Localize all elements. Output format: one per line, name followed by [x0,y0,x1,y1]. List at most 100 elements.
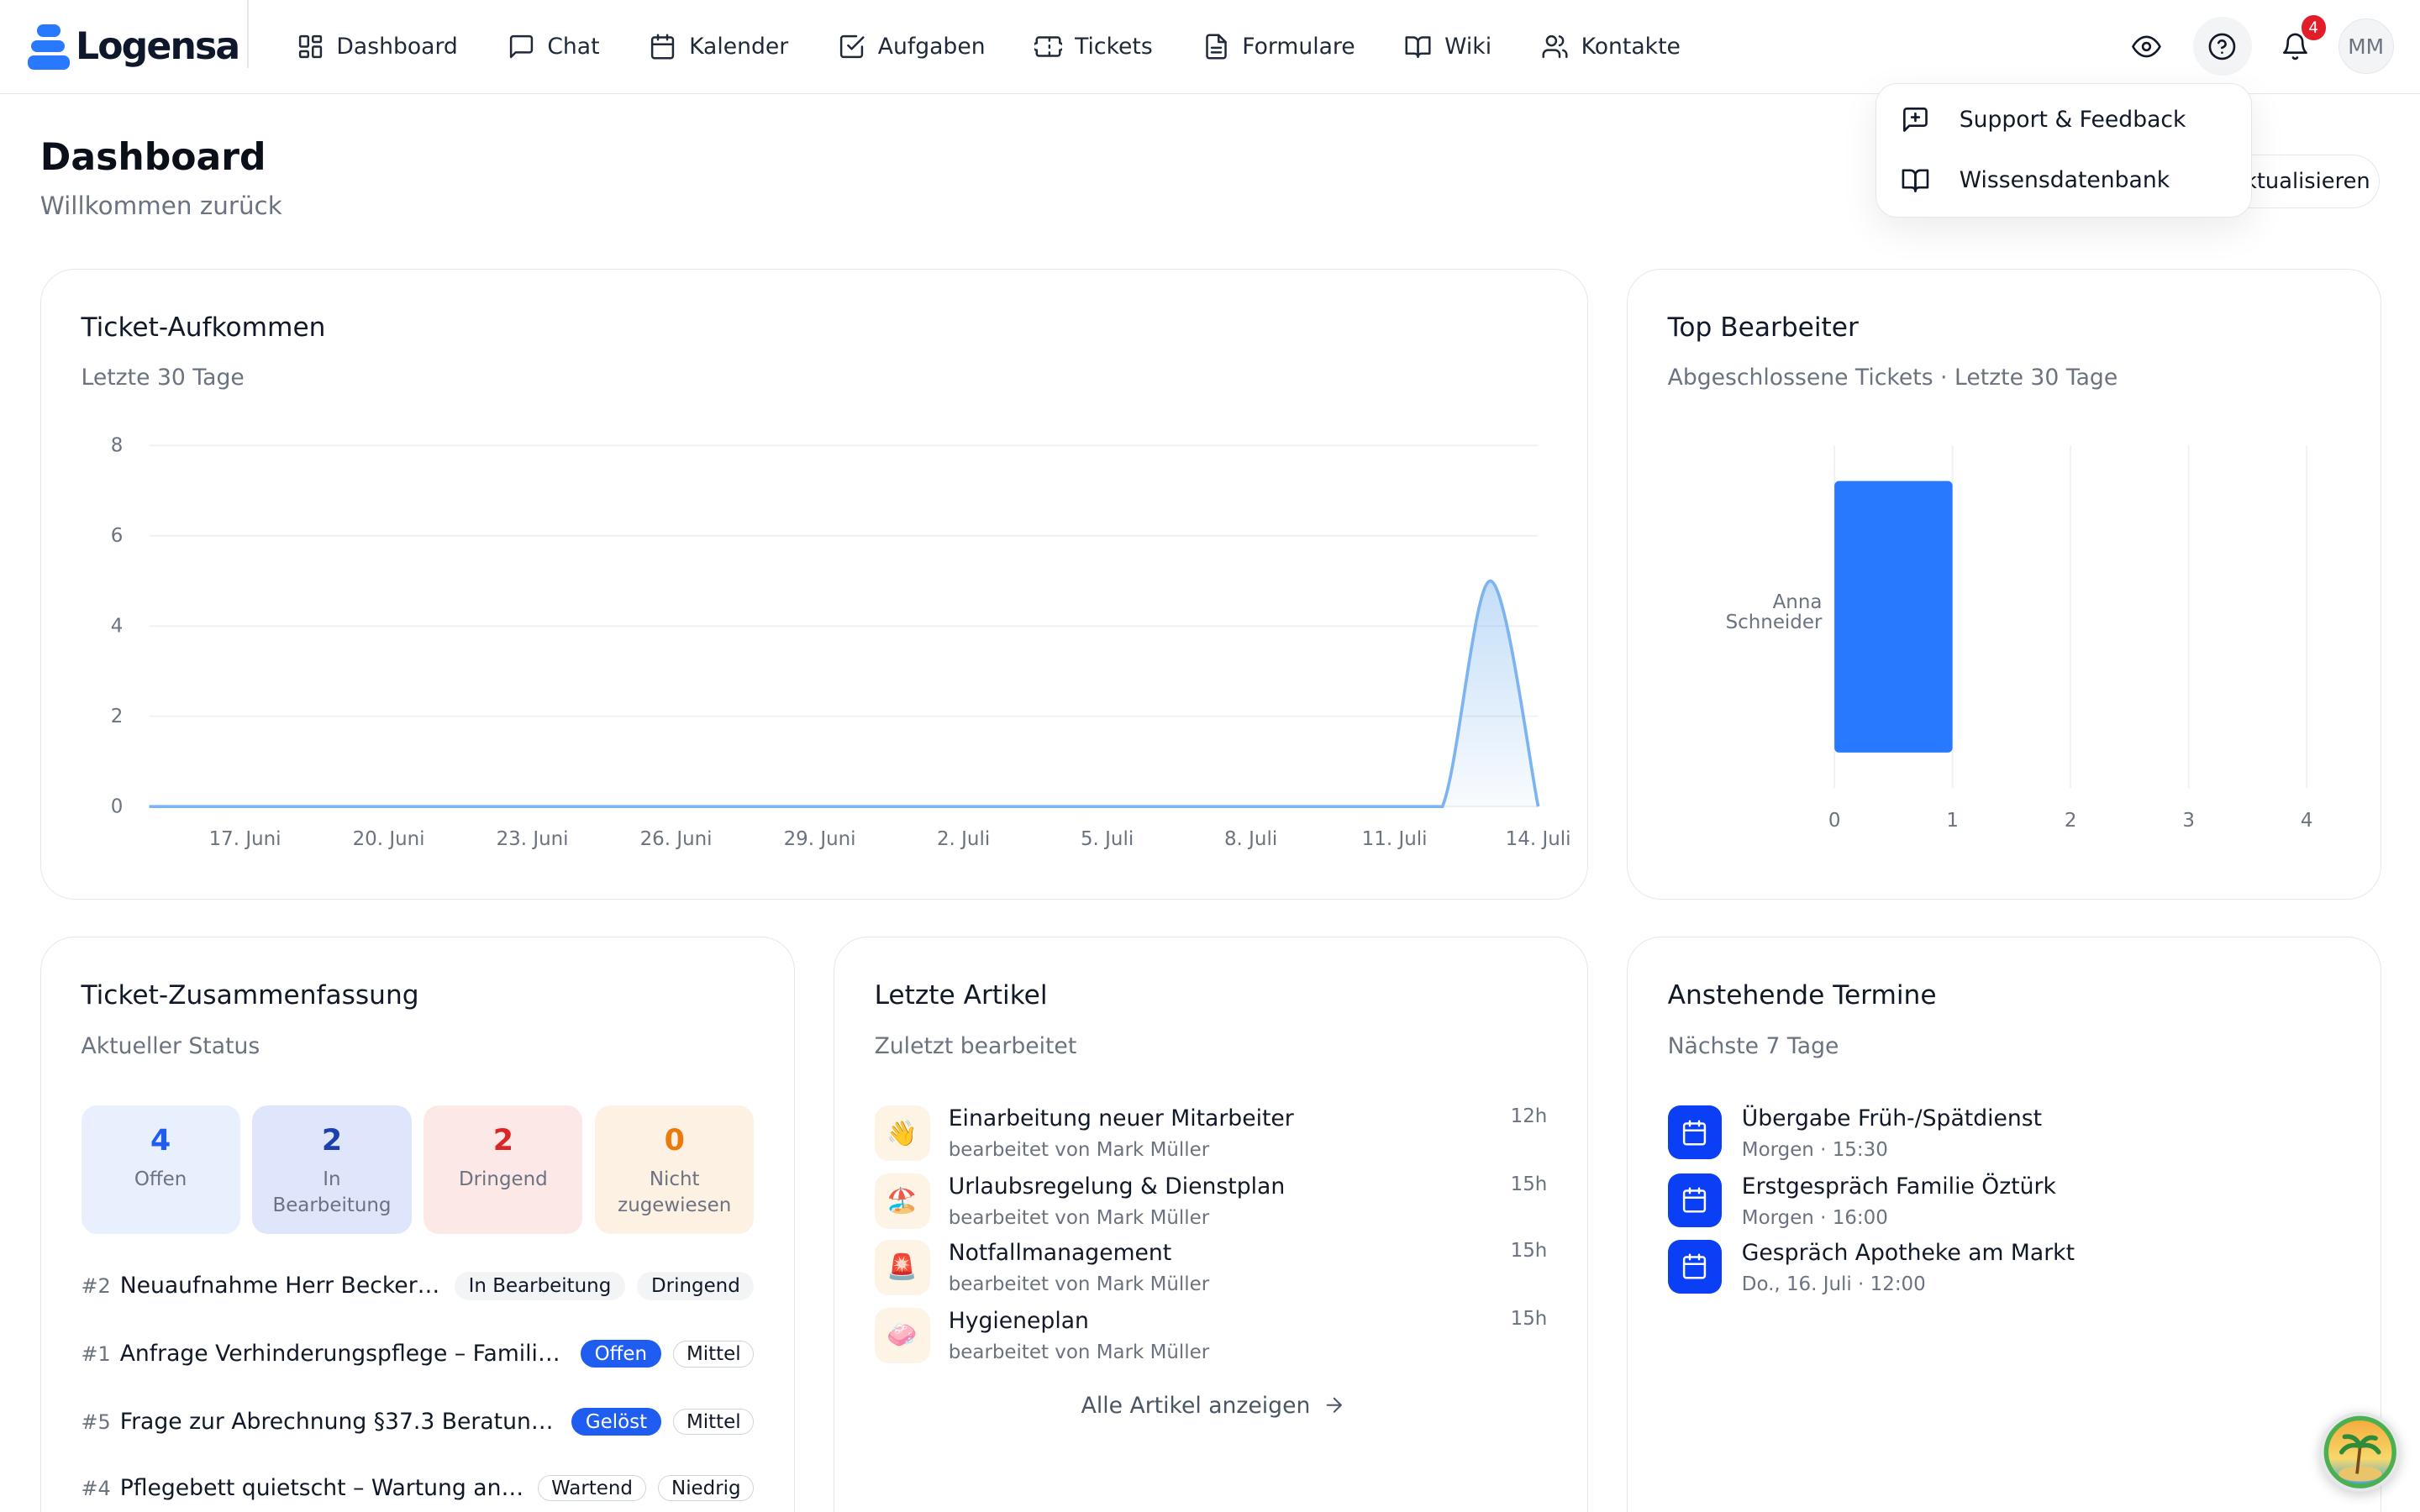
brand-name: Logensa [75,24,240,68]
article-title: Notfallmanagement [948,1239,1172,1266]
event-time: Morgen · 15:30 [1741,1139,1888,1162]
stat-open[interactable]: 4 Offen [81,1105,240,1234]
notification-badge: 4 [2301,15,2326,40]
ticket-id: #4 [81,1476,111,1500]
stat-in-progress[interactable]: 2 In Bearbeitung [252,1105,412,1234]
ticket-title: Pflegebett quietscht – Wartung anf... [119,1475,526,1502]
y-tick-label: 2 [111,706,124,727]
nav-label: Formulare [1242,33,1355,60]
avatar[interactable]: MM [2338,18,2394,75]
y-tick-label: 6 [111,525,124,547]
preview-button[interactable] [2118,17,2176,76]
all-articles-link[interactable]: Alle Artikel anzeigen [1081,1393,1346,1419]
calendar-badge [1667,1239,1722,1294]
ticket-id: #5 [81,1410,111,1434]
status-badge: Gelöst [571,1407,661,1436]
beach-icon: 🏖️ [874,1173,930,1229]
assistant-button[interactable] [2319,1411,2401,1493]
article-item[interactable]: 🏖️ Urlaubsregelung & Dienstplan bearbeit… [874,1173,1548,1235]
stat-value: 2 [321,1124,343,1158]
x-tick-label: 3 [2182,810,2195,832]
article-item[interactable]: 🧼 Hygieneplan bearbeitet von Mark Müller… [874,1307,1547,1369]
calendar-badge [1667,1105,1722,1160]
y-tick-label: 8 [111,434,124,456]
card-subtitle: Nächste 7 Tage [1667,1032,1839,1059]
logo[interactable]: Logensa [28,22,240,71]
ticket-volume-card: Ticket-Aufkommen Letzte 30 Tage 0 2 4 6 8 17.… [39,268,1588,900]
card-title: Letzte Artikel [874,980,1048,1011]
x-tick-label: 20. Juni [352,828,424,850]
grid-icon [298,34,322,58]
nav-item-tickets[interactable]: Tickets [1034,33,1153,60]
all-articles-label: Alle Artikel anzeigen [1081,1392,1311,1419]
nav-item-kontakte[interactable]: Kontakte [1541,33,1681,60]
siren-icon: 🚨 [874,1239,930,1295]
menu-item-knowledge-base[interactable]: Wissensdatenbank [1901,160,2170,200]
event-title: Erstgespräch Familie Öztürk [1741,1173,2056,1200]
priority-badge: Niedrig [658,1474,755,1502]
contacts-icon [1542,34,1568,58]
help-button[interactable] [2192,17,2252,76]
status-badge: Wartend [538,1474,646,1502]
event-item[interactable]: Übergabe Früh-/Spätdienst Morgen · 15:30 [1667,1105,2341,1167]
main-nav: Dashboard Chat Kalender Aufgaben Tickets… [297,0,1730,92]
article-item[interactable]: 👋 Einarbeitung neuer Mitarbeiter bearbei… [874,1105,1548,1167]
article-age: 12h [1510,1105,1548,1128]
article-item[interactable]: 🚨 Notfallmanagement bearbeitet von Mark … [874,1239,1548,1301]
stat-label: Dringend [458,1168,548,1191]
nav-item-aufgaben[interactable]: Aufgaben [838,33,986,60]
top-agents-card: Top Bearbeiter Abgeschlossene Tickets · … [1626,268,2382,900]
nav-item-dashboard[interactable]: Dashboard [297,33,458,60]
upcoming-events-card: Anstehende Termine Nächste 7 Tage Überga… [1626,936,2382,1512]
x-tick-label: 2. Juli [937,828,990,850]
ticket-row[interactable]: #4 Pflegebett quietscht – Wartung anf...… [82,1470,755,1507]
stat-unassigned[interactable]: 0 Nicht zugewiesen [595,1105,755,1234]
logo-icon [28,24,70,70]
stat-urgent[interactable]: 2 Dringend [424,1105,583,1234]
soap-icon: 🧼 [874,1307,930,1363]
ticket-row[interactable]: #1 Anfrage Verhinderungspflege – Familie… [82,1336,755,1373]
x-tick-label: 29. Juni [783,828,855,850]
ticket-title: Frage zur Abrechnung §37.3 Beratungs... [119,1409,560,1436]
nav-label: Chat [547,33,600,60]
card-title: Ticket-Zusammenfassung [81,980,419,1011]
calendar-badge [1667,1173,1722,1228]
menu-item-label: Wissensdatenbank [1959,166,2170,193]
stat-label: Offen [134,1168,187,1191]
card-title: Anstehende Termine [1667,980,1937,1011]
card-subtitle: Zuletzt bearbeitet [874,1032,1077,1059]
ticket-row[interactable]: #5 Frage zur Abrechnung §37.3 Beratungs.… [82,1404,755,1441]
article-editor: bearbeitet von Mark Müller [948,1207,1210,1230]
category-label: Anna [1772,591,1822,613]
x-tick-label: 8. Juli [1224,828,1277,850]
menu-item-label: Support & Feedback [1959,106,2186,133]
nav-item-formulare[interactable]: Formulare [1202,33,1355,60]
recent-articles-card: Letzte Artikel Zuletzt bearbeitet 👋 Eina… [833,936,1588,1512]
event-title: Gespräch Apotheke am Markt [1741,1239,2075,1266]
nav-label: Tickets [1075,33,1153,60]
nav-item-kalender[interactable]: Kalender [649,33,788,60]
priority-badge: Dringend [637,1272,755,1300]
help-menu: Support & Feedback Wissensdatenbank [1875,83,2252,218]
article-title: Hygieneplan [948,1307,1089,1334]
ticket-row[interactable]: #2 Neuaufnahme Herr Becker z... In Bearb… [82,1268,755,1305]
stat-value: 0 [664,1124,685,1158]
article-age: 15h [1510,1173,1548,1195]
calendar-icon [1683,1253,1707,1280]
event-item[interactable]: Gespräch Apotheke am Markt Do., 16. Juli… [1667,1239,2341,1301]
calendar-icon [1683,1187,1707,1214]
x-tick-label: 14. Juli [1505,828,1570,850]
x-tick-label: 11. Juli [1361,828,1427,850]
event-item[interactable]: Erstgespräch Familie Öztürk Morgen · 16:… [1667,1173,2341,1235]
y-tick-label: 4 [111,615,124,637]
series-line [149,579,1540,808]
nav-item-chat[interactable]: Chat [508,33,600,60]
status-badge: Offen [581,1340,661,1368]
stat-value: 4 [150,1124,171,1158]
menu-item-support[interactable]: Support & Feedback [1901,100,2186,140]
article-editor: bearbeitet von Mark Müller [948,1341,1210,1364]
help-icon [2208,33,2236,60]
article-age: 15h [1510,1239,1548,1262]
article-editor: bearbeitet von Mark Müller [948,1139,1210,1162]
nav-item-wiki[interactable]: Wiki [1404,33,1491,60]
